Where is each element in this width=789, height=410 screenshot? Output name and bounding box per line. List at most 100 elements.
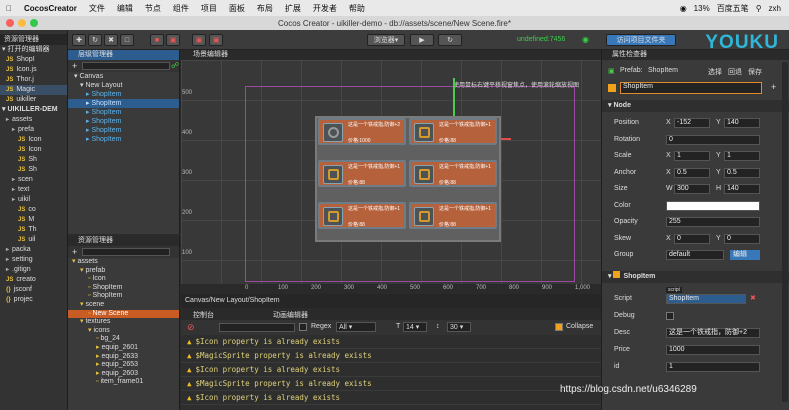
- assets-search-input[interactable]: [82, 248, 170, 256]
- preview-url[interactable]: undefined:7456: [517, 36, 565, 43]
- asset-item[interactable]: ▸ equip_2603: [68, 370, 179, 379]
- rotation-input[interactable]: 0: [666, 134, 760, 145]
- prefab-select-button[interactable]: 选择: [708, 67, 722, 77]
- project-tree-item[interactable]: JS Icon: [0, 145, 67, 155]
- asset-item[interactable]: ▫ ShopItem: [68, 292, 179, 301]
- console-line[interactable]: ▲ $MagicSprite property is already exists: [181, 349, 601, 363]
- console-line[interactable]: ▲ $Icon property is already exists: [181, 363, 601, 377]
- search-icon[interactable]: ⚲: [756, 4, 762, 13]
- prefab-revert-button[interactable]: 回退: [728, 67, 742, 77]
- project-tree-item[interactable]: ▸ setting: [0, 255, 67, 265]
- node-shopitem[interactable]: ▸ ShopItem: [68, 108, 179, 117]
- asset-item[interactable]: ▸ equip_2653: [68, 361, 179, 370]
- open-file-item[interactable]: JS Icon.js: [0, 65, 67, 75]
- project-tree-item[interactable]: JS M: [0, 215, 67, 225]
- console-line[interactable]: ▲ $Icon property is already exists: [181, 391, 601, 405]
- close-window-icon[interactable]: [6, 19, 14, 27]
- menu-extension[interactable]: 扩展: [285, 3, 301, 14]
- add-component-icon[interactable]: +: [771, 82, 776, 92]
- asset-item[interactable]: ▸ equip_2633: [68, 353, 179, 362]
- size-h-input[interactable]: 140: [724, 184, 760, 194]
- project-tree-item[interactable]: JS Icon: [0, 135, 67, 145]
- user-name[interactable]: zxh: [769, 4, 781, 13]
- desc-input[interactable]: 这是一个铁戒指，防御+2: [666, 328, 760, 338]
- shopitem-component-header[interactable]: ▾ ShopItem: [602, 271, 789, 283]
- open-project-folder-button[interactable]: 访问项目文件夹: [606, 34, 676, 46]
- shopitem-card[interactable]: 这是一个铁戒指,防御+1 价格:88: [318, 202, 406, 229]
- menu-component[interactable]: 组件: [173, 3, 189, 14]
- open-file-item[interactable]: JS ShopI: [0, 55, 67, 65]
- node-new-layout[interactable]: ▾ New Layout: [68, 81, 179, 90]
- position-x-input[interactable]: -152: [674, 118, 710, 128]
- node-shopitem[interactable]: ▸ ShopItem: [68, 117, 179, 126]
- gizmo-icon[interactable]: ▣: [209, 34, 223, 46]
- open-file-item[interactable]: JS uikiller: [0, 95, 67, 105]
- hierarchy-search-input[interactable]: [82, 62, 170, 70]
- console-line[interactable]: ▲ $Icon property is already exists: [181, 335, 601, 349]
- menu-file[interactable]: 文件: [89, 3, 105, 14]
- project-tree-item[interactable]: JS uil: [0, 235, 67, 245]
- play-button[interactable]: ▶: [410, 34, 434, 46]
- shopitem-card[interactable]: 这是一个铁戒指,防御+1 价格:88: [409, 118, 497, 145]
- menu-help[interactable]: 帮助: [349, 3, 365, 14]
- scale-y-input[interactable]: 1: [724, 151, 760, 161]
- anchor-x-input[interactable]: 0.5: [674, 167, 710, 178]
- menu-panel[interactable]: 面板: [229, 3, 245, 14]
- price-input[interactable]: 1000: [666, 345, 760, 355]
- group-edit-button[interactable]: 编辑: [730, 250, 760, 260]
- rotate-tool-icon[interactable]: ↻: [88, 34, 102, 46]
- console-filter-input[interactable]: [219, 323, 295, 332]
- open-file-item[interactable]: JS Thor.j: [0, 75, 67, 85]
- console-line[interactable]: ▲ $MagicSprite property is already exists: [181, 377, 601, 391]
- node-active-checkbox[interactable]: [608, 84, 616, 92]
- node-shopitem[interactable]: ▸ ShopItem: [68, 135, 179, 144]
- node-shopitem[interactable]: ▸ ShopItem: [68, 90, 179, 99]
- local-pivot-icon[interactable]: ■: [150, 34, 164, 46]
- project-tree-item[interactable]: ▸ .gitign: [0, 265, 67, 275]
- node-shopitem[interactable]: ▸ ShopItem: [68, 99, 179, 108]
- menu-developer[interactable]: 开发者: [313, 3, 337, 14]
- debug-checkbox[interactable]: [666, 312, 674, 320]
- node-canvas[interactable]: ▾ Canvas: [68, 72, 179, 81]
- project-tree-item[interactable]: JS Th: [0, 225, 67, 235]
- project-tree-item[interactable]: JS Sh: [0, 165, 67, 175]
- project-tree-item[interactable]: JS creato: [0, 275, 67, 285]
- anchor-y-input[interactable]: 0.5: [724, 167, 760, 178]
- link-icon[interactable]: ☍: [171, 61, 179, 70]
- prefab-save-button[interactable]: 保存: [748, 67, 762, 77]
- asset-item[interactable]: ▫ bg_24: [68, 335, 179, 344]
- minimize-window-icon[interactable]: [18, 19, 26, 27]
- browser-select[interactable]: 浏览器 ▾: [367, 34, 405, 46]
- menu-edit[interactable]: 编辑: [117, 3, 133, 14]
- asset-item[interactable]: ▫ New Scene: [68, 309, 179, 319]
- shopitem-card[interactable]: 这是一个铁戒指,防御+2 价格:1000: [318, 118, 406, 145]
- scale-tool-icon[interactable]: ✖: [104, 34, 118, 46]
- global-pivot-icon[interactable]: ▣: [166, 34, 180, 46]
- add-asset-icon[interactable]: +: [72, 247, 77, 257]
- asset-item[interactable]: ▾ icons: [68, 327, 179, 336]
- move-tool-icon[interactable]: ✚: [72, 34, 86, 46]
- battery-label[interactable]: 13%: [694, 4, 710, 13]
- project-tree-item[interactable]: ▸ uikil: [0, 195, 67, 205]
- project-tree-item[interactable]: JS co: [0, 205, 67, 215]
- inspector-scrollbar[interactable]: [782, 62, 788, 402]
- skew-y-input[interactable]: 0: [724, 233, 760, 244]
- project-tree-item[interactable]: ▸ prefa: [0, 125, 67, 135]
- asset-item[interactable]: ▾ assets: [68, 258, 179, 267]
- add-node-icon[interactable]: +: [72, 61, 77, 71]
- refresh-button[interactable]: ↻: [438, 34, 462, 46]
- shopitem-card[interactable]: 这是一个铁戒指,防御+1 价格:88: [409, 160, 497, 187]
- font-size-select[interactable]: 14 ▾: [403, 322, 427, 332]
- asset-item[interactable]: ▫ item_frame01: [68, 378, 179, 387]
- shopitem-card[interactable]: 这是一个铁戒指,防御+1 价格:88: [318, 160, 406, 187]
- clear-console-icon[interactable]: ⊘: [187, 322, 195, 333]
- node-name-input[interactable]: ShopItem: [620, 82, 762, 94]
- asset-item[interactable]: ▾ prefab: [68, 267, 179, 276]
- log-level-select[interactable]: All ▾: [336, 322, 376, 332]
- skew-x-input[interactable]: 0: [674, 233, 710, 244]
- asset-item[interactable]: ▫ Icon: [68, 275, 179, 284]
- group-input[interactable]: default: [666, 250, 724, 260]
- line-height-select[interactable]: 30 ▾: [447, 322, 471, 332]
- project-tree-item[interactable]: ▸ text: [0, 185, 67, 195]
- regex-checkbox[interactable]: [299, 323, 307, 331]
